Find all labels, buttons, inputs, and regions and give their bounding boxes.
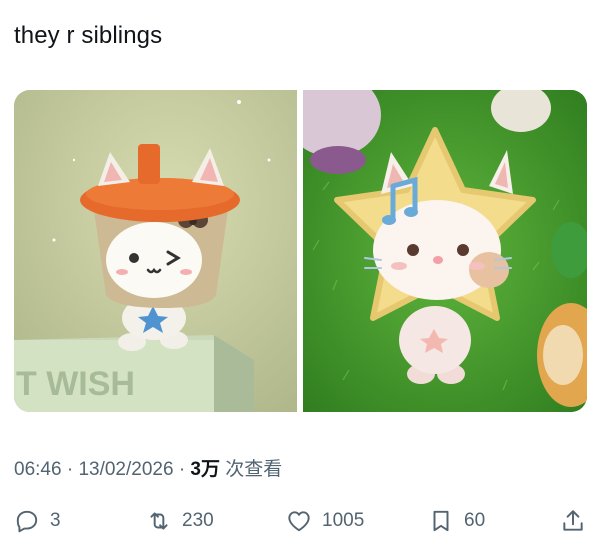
pedestal-sign-text: T WISH [16, 365, 135, 403]
post-time[interactable]: 06:46 [14, 459, 62, 480]
cup-cat-figurine-image: T WISH [14, 90, 297, 412]
repost-button[interactable]: 230 [146, 504, 214, 538]
share-button[interactable] [560, 504, 596, 538]
reply-icon [16, 510, 38, 533]
meta-separator: · [66, 459, 74, 480]
repost-count: 230 [182, 510, 214, 531]
media-image-left[interactable]: T WISH [14, 90, 297, 412]
reply-button[interactable]: 3 [14, 504, 61, 538]
like-button[interactable]: 1005 [286, 504, 364, 538]
heart-icon [288, 511, 310, 532]
views-count: 3万 [190, 459, 220, 480]
post-text: they r siblings [14, 22, 163, 49]
reply-count: 3 [50, 510, 61, 531]
post-meta: 06:46 · 13/02/2026 · 3万 次查看 [14, 454, 282, 481]
bookmark-icon [433, 510, 449, 532]
share-icon [563, 510, 583, 531]
like-count: 1005 [322, 510, 365, 531]
action-bar: 3 230 1005 60 [14, 504, 586, 538]
media-gallery[interactable]: T WISH [14, 90, 587, 412]
views-label: 次查看 [225, 459, 283, 480]
bookmark-button[interactable]: 60 [428, 504, 485, 538]
media-image-right[interactable] [303, 90, 587, 412]
meta-separator: · [178, 459, 186, 480]
bookmark-count: 60 [464, 510, 486, 531]
star-cat-figurine-image [303, 90, 587, 412]
repost-icon [150, 512, 168, 530]
post-date[interactable]: 13/02/2026 [78, 459, 173, 480]
